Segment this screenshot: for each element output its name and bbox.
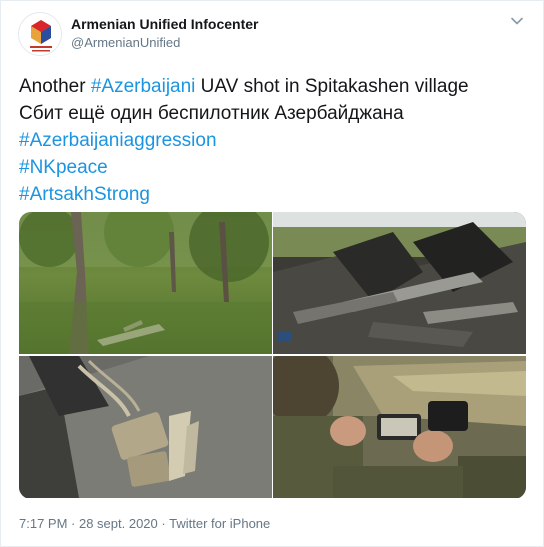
separator: · <box>67 516 79 531</box>
photo-wreckage[interactable] <box>273 212 526 354</box>
user-handle[interactable]: @ArmenianUnified <box>71 35 180 50</box>
media-grid <box>19 212 526 499</box>
tweet-line-2: Сбит ещё один беспилотник Азербайджана <box>19 103 404 124</box>
tweet-time[interactable]: 7:17 PM <box>19 516 67 531</box>
tweet-date[interactable]: 28 sept. 2020 <box>79 516 158 531</box>
separator: · <box>157 516 170 531</box>
display-name[interactable]: Armenian Unified Infocenter <box>71 16 258 32</box>
photo-orchard[interactable] <box>19 212 272 354</box>
chevron-down-icon[interactable] <box>509 13 525 29</box>
avatar-logo-icon <box>19 13 61 55</box>
tweet-text-suffix: UAV shot in Spitakashen village <box>195 76 469 97</box>
avatar[interactable] <box>18 12 62 56</box>
tweet-text: Another #Azerbaijani UAV shot in Spitaka… <box>19 73 529 208</box>
photo-man-with-phone[interactable] <box>273 356 526 498</box>
tweet-card[interactable]: Armenian Unified Infocenter @ArmenianUni… <box>0 0 544 547</box>
tweet-metadata: 7:17 PM · 28 sept. 2020 · Twitter for iP… <box>19 516 270 531</box>
tweet-line-1: Another #Azerbaijani UAV shot in Spitaka… <box>19 73 529 100</box>
hashtag-link[interactable]: #NKpeace <box>19 154 529 181</box>
hashtag-link[interactable]: #Azerbaijaniaggression <box>19 127 529 154</box>
tweet-source[interactable]: Twitter for iPhone <box>169 516 270 531</box>
hashtag-link[interactable]: #Azerbaijani <box>91 76 196 97</box>
photo-parts[interactable] <box>19 356 272 498</box>
tweet-text-prefix: Another <box>19 76 91 97</box>
hashtag-link[interactable]: #ArtsakhStrong <box>19 181 529 208</box>
